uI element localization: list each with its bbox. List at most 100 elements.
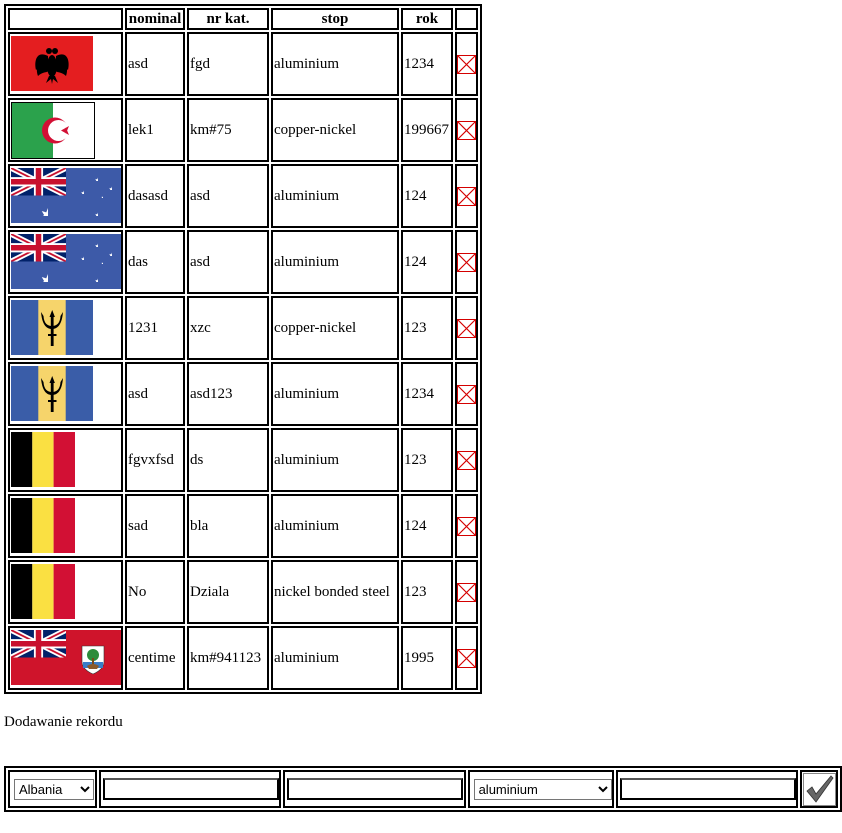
nominal-cell: sad [125, 494, 185, 558]
rok-cell: 124 [401, 494, 453, 558]
table-row: No Dziala nickel bonded steel 123 [8, 560, 478, 624]
header-rok: rok [401, 8, 453, 30]
delete-x-icon[interactable] [457, 648, 476, 668]
nominal-cell [98, 770, 282, 808]
delete-cell[interactable] [455, 98, 478, 162]
nominal-cell: centime [125, 626, 185, 690]
submit-cell [799, 770, 838, 808]
nominal-cell: lek1 [125, 98, 185, 162]
nominal-input[interactable] [102, 778, 279, 800]
rok-cell: 123 [401, 560, 453, 624]
table-row: das asd aluminium 124 [8, 230, 478, 294]
delete-x-icon[interactable] [457, 516, 476, 536]
stop-cell: aluminium [271, 626, 399, 690]
table-row: centime km#941123 aluminium 1995 [8, 626, 478, 690]
flag-cell [8, 560, 123, 624]
delete-x-icon[interactable] [457, 120, 476, 140]
nr-kat-cell: Dziala [187, 560, 269, 624]
rok-cell: 124 [401, 164, 453, 228]
nr-kat-cell [283, 770, 466, 808]
barbados-flag [11, 300, 93, 355]
rok-cell: 1234 [401, 32, 453, 96]
header-stop: stop [271, 8, 399, 30]
rok-cell: 1234 [401, 362, 453, 426]
table-row: 1231 xzc copper-nickel 123 [8, 296, 478, 360]
table-row: sad bla aluminium 124 [8, 494, 478, 558]
delete-cell[interactable] [455, 428, 478, 492]
nominal-cell: asd [125, 32, 185, 96]
delete-cell[interactable] [455, 362, 478, 426]
nominal-cell: das [125, 230, 185, 294]
delete-cell[interactable] [455, 230, 478, 294]
nr-kat-cell: asd [187, 230, 269, 294]
bermuda-flag [11, 630, 121, 685]
rok-cell [615, 770, 798, 808]
nr-kat-cell: ds [187, 428, 269, 492]
nr-kat-cell: km#75 [187, 98, 269, 162]
belgium-flag [11, 564, 75, 619]
nominal-cell: dasasd [125, 164, 185, 228]
nr-kat-cell: asd123 [187, 362, 269, 426]
stop-cell: aluminium [271, 164, 399, 228]
table-row: asd asd123 aluminium 1234 [8, 362, 478, 426]
flag-cell [8, 164, 123, 228]
stop-cell: nickel bonded steel [271, 560, 399, 624]
stop-cell: aluminium [271, 230, 399, 294]
flag-cell [8, 98, 123, 162]
delete-x-icon[interactable] [457, 450, 476, 470]
rok-cell: 123 [401, 428, 453, 492]
delete-cell[interactable] [455, 626, 478, 690]
stop-select[interactable]: aluminium [473, 778, 612, 800]
nr-kat-cell: xzc [187, 296, 269, 360]
stop-cell: aluminium [271, 362, 399, 426]
rok-cell: 1995 [401, 626, 453, 690]
flag-cell [8, 494, 123, 558]
delete-x-icon[interactable] [457, 318, 476, 338]
header-nominal: nominal [125, 8, 185, 30]
delete-cell[interactable] [455, 560, 478, 624]
table-row: dasasd asd aluminium 124 [8, 164, 478, 228]
rok-cell: 123 [401, 296, 453, 360]
australia-flag [11, 234, 121, 289]
algeria-flag [11, 102, 95, 159]
form-row: Albania aluminium [8, 770, 838, 808]
nominal-cell: No [125, 560, 185, 624]
australia-flag [11, 168, 121, 223]
checkmark-submit-icon[interactable] [802, 772, 836, 806]
stop-cell: copper-nickel [271, 296, 399, 360]
belgium-flag [11, 432, 75, 487]
flag-cell [8, 230, 123, 294]
flag-cell [8, 296, 123, 360]
nominal-cell: asd [125, 362, 185, 426]
stop-cell: aluminium [271, 494, 399, 558]
form-title: Dodawanie rekordu [4, 714, 123, 730]
delete-x-icon[interactable] [457, 582, 476, 602]
flag-cell [8, 626, 123, 690]
country-cell: Albania [8, 770, 97, 808]
rok-cell: 124 [401, 230, 453, 294]
delete-cell[interactable] [455, 32, 478, 96]
flag-cell [8, 32, 123, 96]
table-row: asd fgd aluminium 1234 [8, 32, 478, 96]
nominal-cell: fgvxfsd [125, 428, 185, 492]
delete-x-icon[interactable] [457, 54, 476, 74]
nr-kat-input[interactable] [287, 778, 464, 800]
nr-kat-cell: km#941123 [187, 626, 269, 690]
country-select[interactable]: Albania [14, 778, 94, 800]
delete-cell[interactable] [455, 494, 478, 558]
delete-x-icon[interactable] [457, 186, 476, 206]
barbados-flag [11, 366, 93, 421]
stop-cell: aluminium [271, 428, 399, 492]
delete-cell[interactable] [455, 164, 478, 228]
nominal-cell: 1231 [125, 296, 185, 360]
table-row: fgvxfsd ds aluminium 123 [8, 428, 478, 492]
rok-input[interactable] [619, 778, 796, 800]
stop-cell: copper-nickel [271, 98, 399, 162]
delete-x-icon[interactable] [457, 252, 476, 272]
flag-cell [8, 362, 123, 426]
delete-cell[interactable] [455, 296, 478, 360]
delete-x-icon[interactable] [457, 384, 476, 404]
header-nr-kat: nr kat. [187, 8, 269, 30]
albania-flag [11, 36, 93, 91]
nr-kat-cell: asd [187, 164, 269, 228]
